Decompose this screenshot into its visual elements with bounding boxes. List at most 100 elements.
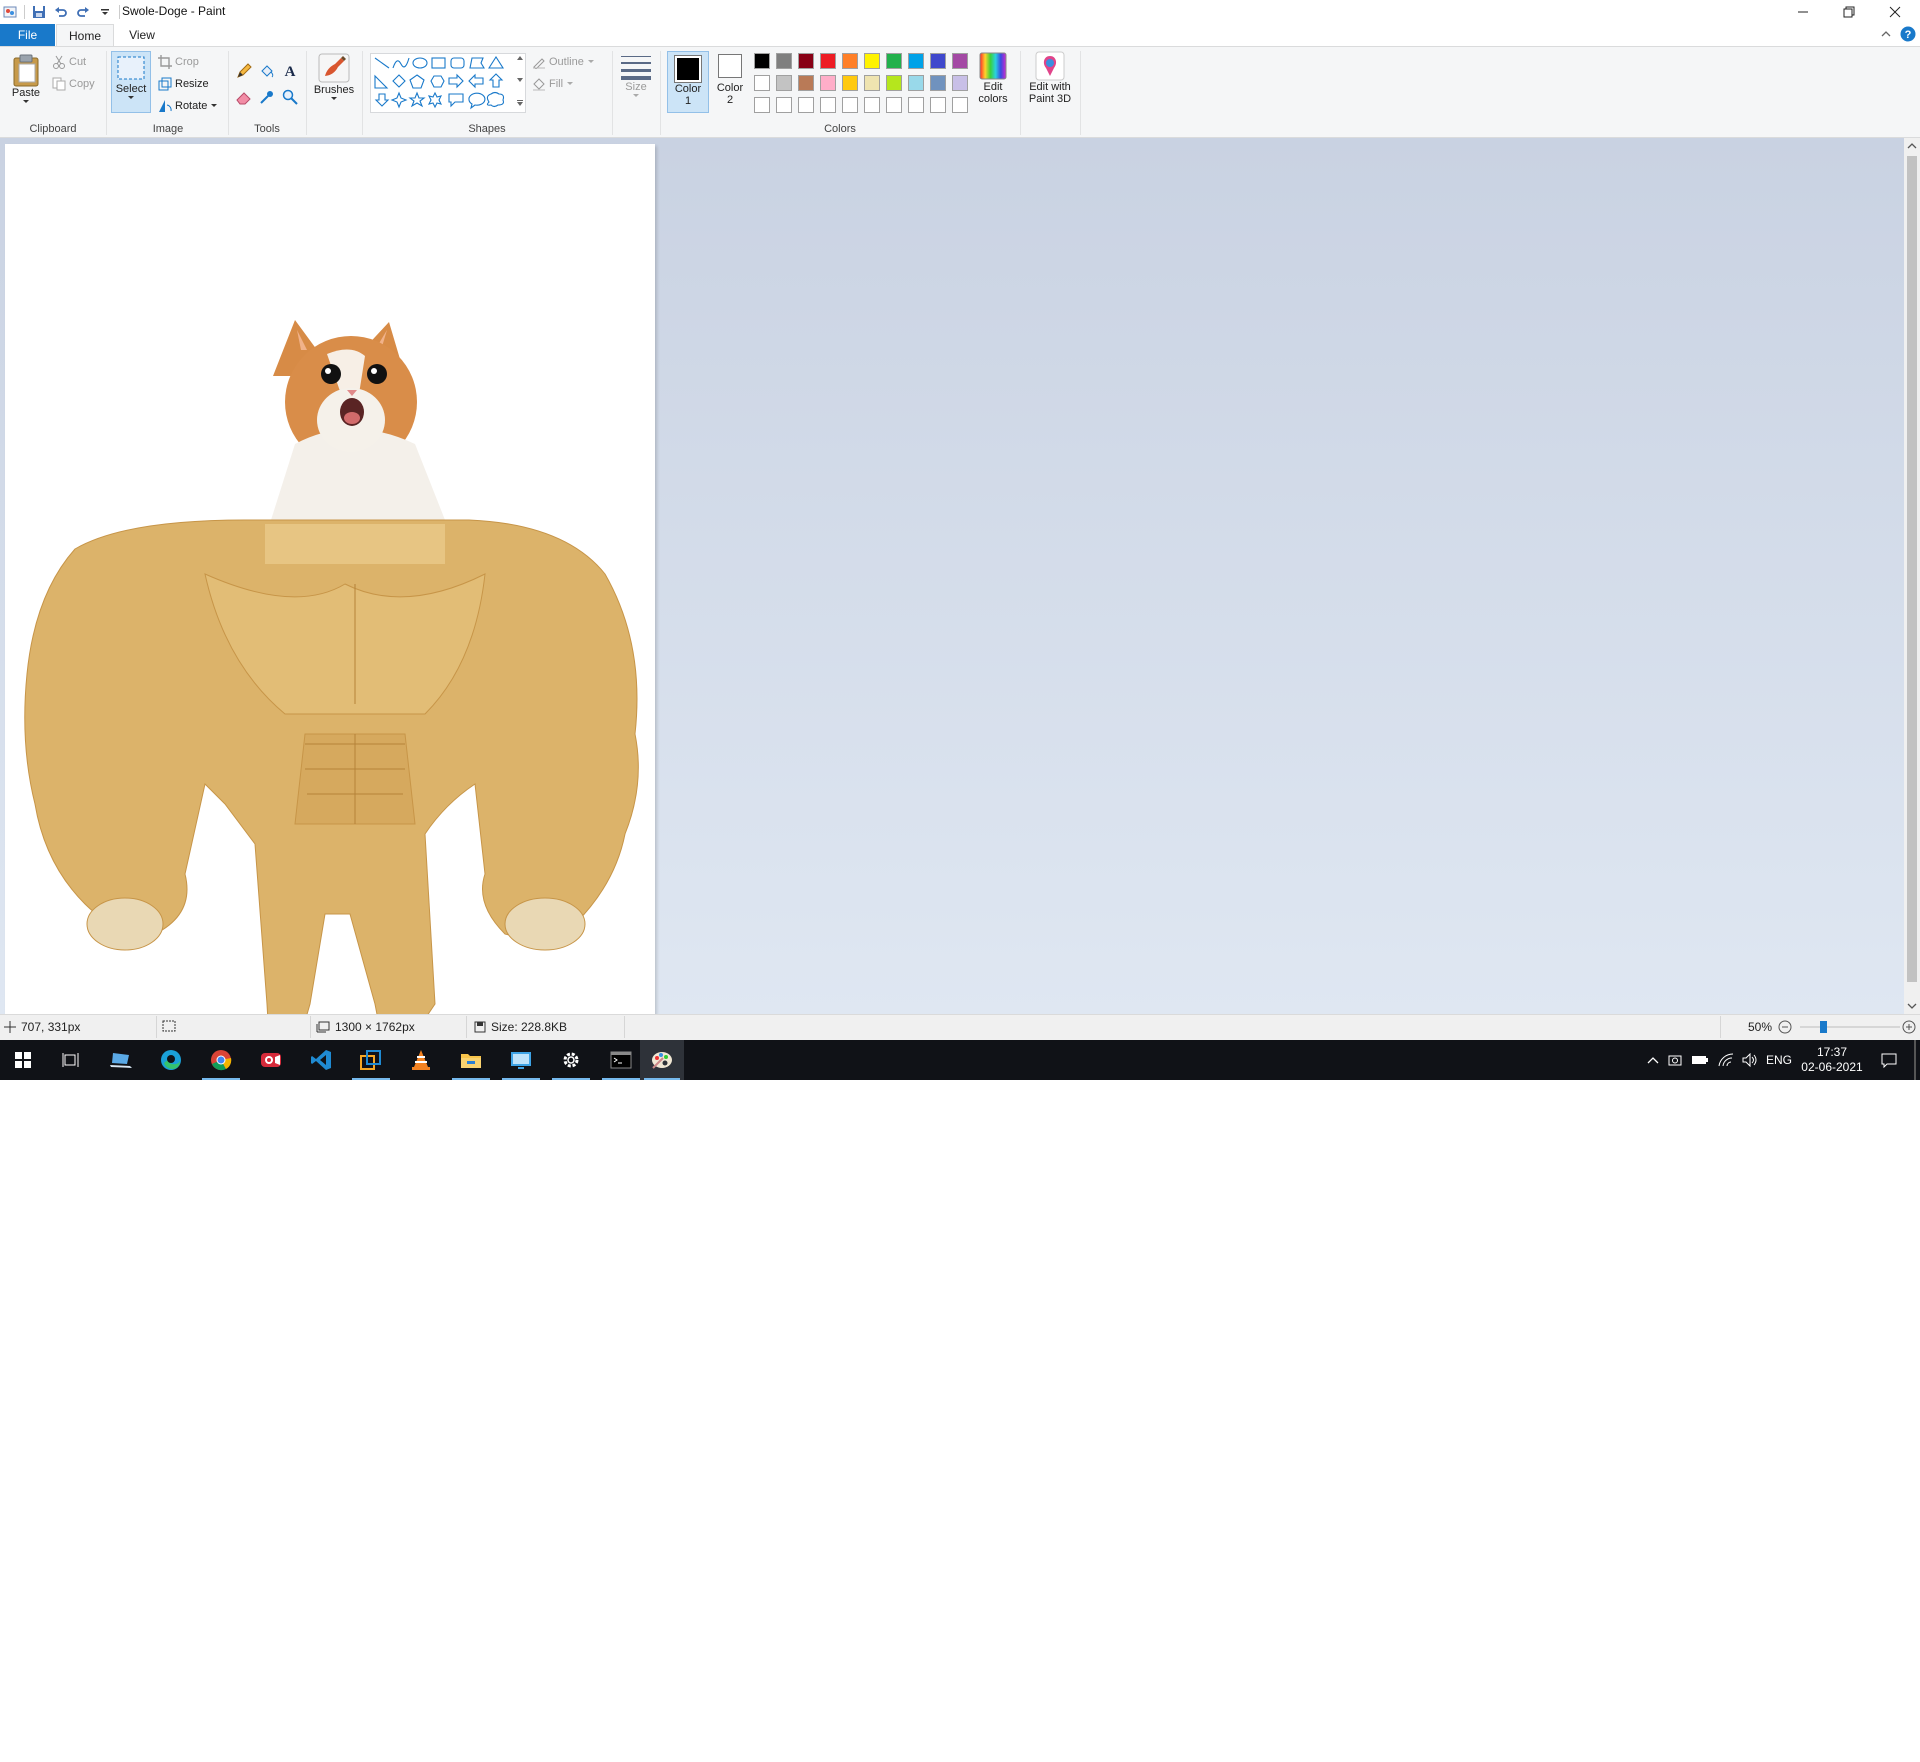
shapes-scroll-up-icon[interactable] xyxy=(516,55,524,61)
tray-wifi[interactable] xyxy=(1716,1040,1736,1080)
palette-swatch[interactable] xyxy=(798,53,814,69)
tab-view[interactable]: View xyxy=(118,24,166,46)
redo-icon[interactable] xyxy=(75,4,91,20)
tab-file[interactable]: File xyxy=(0,24,55,46)
color-picker-tool[interactable] xyxy=(259,89,275,105)
edit-colors-button[interactable]: Edit colors xyxy=(972,51,1014,105)
start-button[interactable] xyxy=(0,1040,46,1080)
pencil-tool[interactable] xyxy=(236,63,252,79)
brushes-button[interactable]: Brushes xyxy=(312,52,356,102)
palette-swatch[interactable] xyxy=(754,97,770,113)
minimize-button[interactable] xyxy=(1780,0,1826,24)
action-center-button[interactable] xyxy=(1874,1040,1904,1080)
color2-button[interactable]: Color 2 xyxy=(711,54,749,106)
taskbar-app-recorder[interactable] xyxy=(248,1040,294,1080)
palette-swatch[interactable] xyxy=(930,75,946,91)
palette-swatch[interactable] xyxy=(842,53,858,69)
rotate-button[interactable]: Rotate xyxy=(158,99,218,113)
size-button[interactable]: Size xyxy=(618,53,654,99)
outline-button[interactable]: Outline xyxy=(532,55,595,69)
paste-button[interactable]: Paste xyxy=(8,53,44,105)
palette-swatch[interactable] xyxy=(930,53,946,69)
palette-swatch[interactable] xyxy=(952,53,968,69)
taskbar-app-paint[interactable] xyxy=(640,1040,684,1080)
palette-swatch[interactable] xyxy=(776,75,792,91)
tray-meet-now[interactable] xyxy=(1666,1040,1684,1080)
taskbar-app-laptop[interactable] xyxy=(98,1040,144,1080)
tray-clock[interactable]: 17:37 02-06-2021 xyxy=(1798,1040,1866,1080)
palette-swatch[interactable] xyxy=(754,53,770,69)
vertical-scrollbar[interactable] xyxy=(1904,138,1920,1014)
palette-swatch[interactable] xyxy=(952,97,968,113)
taskbar-app-file-explorer[interactable] xyxy=(448,1040,494,1080)
palette-swatch[interactable] xyxy=(886,97,902,113)
edit-with-paint3d-button[interactable]: Edit with Paint 3D xyxy=(1022,51,1078,105)
color1-button[interactable]: Color 1 xyxy=(667,51,709,113)
paint-app-icon[interactable] xyxy=(2,4,18,20)
shapes-expand-icon[interactable] xyxy=(516,99,524,107)
task-view-button[interactable] xyxy=(48,1040,94,1080)
palette-swatch[interactable] xyxy=(952,75,968,91)
palette-swatch[interactable] xyxy=(776,53,792,69)
restore-button[interactable] xyxy=(1826,0,1872,24)
magnifier-tool[interactable] xyxy=(282,89,298,105)
show-hidden-icons-button[interactable] xyxy=(1644,1040,1662,1080)
taskbar-app-vscode[interactable] xyxy=(298,1040,344,1080)
save-icon[interactable] xyxy=(31,4,47,20)
text-tool[interactable]: A xyxy=(282,62,298,78)
palette-swatch[interactable] xyxy=(908,75,924,91)
taskbar-app-virtual-desktop[interactable] xyxy=(348,1040,394,1080)
zoom-slider[interactable] xyxy=(1800,1020,1900,1034)
tab-home[interactable]: Home xyxy=(56,24,114,46)
show-desktop-button[interactable] xyxy=(1914,1040,1916,1080)
palette-swatch[interactable] xyxy=(842,97,858,113)
palette-swatch[interactable] xyxy=(776,97,792,113)
palette-swatch[interactable] xyxy=(930,97,946,113)
select-button[interactable]: Select xyxy=(111,51,151,113)
palette-swatch[interactable] xyxy=(864,75,880,91)
image-dimensions-text: 1300 × 1762px xyxy=(335,1020,415,1034)
crop-button[interactable]: Crop xyxy=(158,55,199,69)
drawing-canvas[interactable] xyxy=(5,144,655,1014)
tray-language[interactable]: ENG xyxy=(1764,1040,1794,1080)
palette-swatch[interactable] xyxy=(820,75,836,91)
tray-battery[interactable] xyxy=(1690,1040,1710,1080)
taskbar-app-edge[interactable] xyxy=(148,1040,194,1080)
tray-volume[interactable] xyxy=(1740,1040,1760,1080)
zoom-in-button[interactable] xyxy=(1902,1020,1916,1034)
palette-swatch[interactable] xyxy=(864,53,880,69)
fill-button[interactable]: Fill xyxy=(532,77,574,91)
palette-swatch[interactable] xyxy=(864,97,880,113)
palette-swatch[interactable] xyxy=(908,53,924,69)
taskbar-app-terminal[interactable] xyxy=(598,1040,644,1080)
taskbar-app-vlc[interactable] xyxy=(398,1040,444,1080)
taskbar-app-settings[interactable] xyxy=(548,1040,594,1080)
resize-button[interactable]: Resize xyxy=(158,77,209,91)
cut-button[interactable]: Cut xyxy=(52,55,86,69)
palette-swatch[interactable] xyxy=(886,53,902,69)
shapes-scroll-down-icon[interactable] xyxy=(516,77,524,83)
undo-icon[interactable] xyxy=(53,4,69,20)
chevron-down-icon xyxy=(211,104,218,107)
zoom-level: 50% xyxy=(1748,1020,1773,1034)
right-arrow-shape-icon xyxy=(448,73,464,89)
copy-button[interactable]: Copy xyxy=(52,77,95,91)
shapes-gallery-icons xyxy=(374,55,505,110)
fill-tool[interactable] xyxy=(259,63,275,79)
collapse-ribbon-icon[interactable] xyxy=(1880,28,1892,40)
close-button[interactable] xyxy=(1872,0,1918,24)
taskbar-app-remote-desktop[interactable] xyxy=(498,1040,544,1080)
help-icon[interactable]: ? xyxy=(1900,26,1916,42)
palette-swatch[interactable] xyxy=(754,75,770,91)
palette-swatch[interactable] xyxy=(798,97,814,113)
zoom-out-button[interactable] xyxy=(1778,1020,1792,1034)
palette-swatch[interactable] xyxy=(820,97,836,113)
palette-swatch[interactable] xyxy=(820,53,836,69)
eraser-tool[interactable] xyxy=(236,89,252,105)
palette-swatch[interactable] xyxy=(798,75,814,91)
taskbar-app-chrome[interactable] xyxy=(198,1040,244,1080)
palette-swatch[interactable] xyxy=(908,97,924,113)
palette-swatch[interactable] xyxy=(886,75,902,91)
customize-qat-icon[interactable] xyxy=(97,4,113,20)
palette-swatch[interactable] xyxy=(842,75,858,91)
